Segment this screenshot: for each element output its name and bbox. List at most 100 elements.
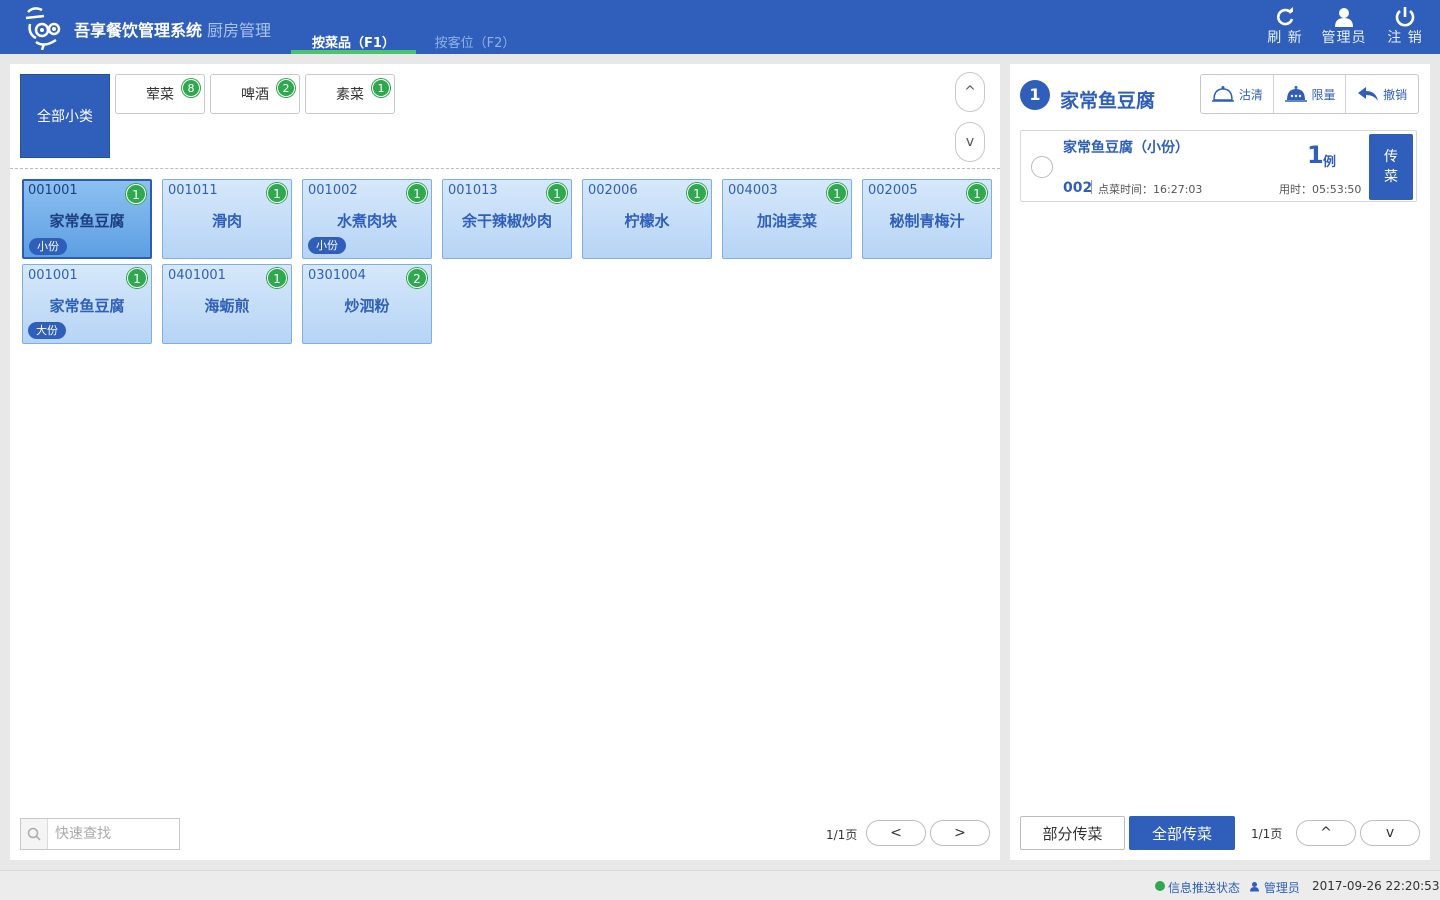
order-select-radio[interactable] [1031, 156, 1053, 178]
status-bar: 信息推送状态 管理员 2017-09-26 22:20:53 [0, 870, 1440, 900]
user-icon [1316, 6, 1372, 30]
dish-code: 001001 [28, 268, 78, 283]
dish-code: 004003 [728, 183, 778, 198]
order-item-card: 家常鱼豆腐（小份） 1 例 002 点菜时间：16:27:03 用时：05:53… [1020, 130, 1417, 202]
dish-name: 加油麦菜 [756, 212, 817, 230]
order-page-info: 1/1页 [1251, 827, 1283, 841]
dish-next-page-button[interactable]: > [930, 820, 990, 846]
status-datetime: 2017-09-26 22:20:53 [1312, 879, 1440, 893]
undo-icon [1358, 87, 1379, 101]
dish-card[interactable]: 001011 1 滑肉 [162, 179, 292, 259]
top-header: 吾享餐饮管理系统 厨房管理 按菜品（F1） 按客位（F2） 刷 新 管理员 注 … [0, 0, 1440, 54]
category-label: 素菜 [336, 87, 364, 103]
bell-icon [1211, 86, 1234, 102]
power-icon [1377, 6, 1433, 30]
push-status-indicator [1155, 881, 1165, 891]
order-separator [1091, 180, 1092, 194]
order-elapsed-time: 用时：05:53:50 [1279, 183, 1362, 196]
order-scroll-down-button[interactable]: v [1360, 820, 1420, 846]
category-all-button[interactable]: 全部小类 [20, 74, 110, 158]
undo-button[interactable]: 撤销 [1346, 75, 1418, 113]
dish-code: 0401001 [168, 268, 226, 283]
admin-button[interactable]: 管理员 [1316, 6, 1372, 50]
status-user: 管理员 [1249, 879, 1300, 896]
order-dish-name: 家常鱼豆腐（小份） [1063, 140, 1189, 156]
order-time: 点菜时间：16:27:03 [1098, 183, 1203, 196]
category-meat[interactable]: 荤菜 8 [115, 74, 205, 114]
dish-prev-page-button[interactable]: < [866, 820, 926, 846]
dish-size-tag: 大份 [28, 322, 66, 339]
quick-search-box [20, 818, 180, 850]
serve-dish-button[interactable]: 传菜 [1369, 134, 1413, 200]
dish-count-badge: 1 [127, 268, 147, 288]
category-label: 荤菜 [146, 87, 174, 103]
refresh-icon [1257, 6, 1313, 30]
dish-code: 001001 [28, 183, 78, 198]
tab-by-seat[interactable]: 按客位（F2） [425, 32, 525, 54]
dish-card[interactable]: 001001 1 家常鱼豆腐 大份 [22, 264, 152, 344]
category-beer[interactable]: 啤酒 2 [210, 74, 300, 114]
serve-all-button[interactable]: 全部传菜 [1129, 816, 1235, 850]
dish-count-badge: 1 [967, 183, 987, 203]
dish-card[interactable]: 001001 1 家常鱼豆腐 小份 [22, 179, 152, 259]
order-detail-panel: 1 家常鱼豆腐 沽清 限量 撤销 家常鱼豆腐（小份） 1 例 002 点菜时间：… [1010, 64, 1430, 860]
refresh-label: 刷 新 [1267, 30, 1303, 46]
dish-name: 海蛎煎 [204, 297, 250, 315]
category-label: 啤酒 [241, 87, 269, 103]
dish-panel: 全部小类 荤菜 8 啤酒 2 素菜 1 ^ v 001001 1 家常鱼豆腐 小… [10, 64, 1000, 860]
refresh-button[interactable]: 刷 新 [1257, 6, 1313, 50]
dish-name: 余干辣椒炒肉 [461, 212, 552, 230]
order-scroll-up-button[interactable]: ^ [1296, 820, 1356, 846]
undo-label: 撤销 [1383, 87, 1408, 102]
category-count-badge: 8 [182, 79, 200, 97]
dish-code: 001002 [308, 183, 358, 198]
logout-label: 注 销 [1387, 30, 1423, 46]
dish-count-badge: 1 [547, 183, 567, 203]
order-quantity: 1 [1307, 141, 1324, 169]
category-scroll-up-button[interactable]: ^ [955, 72, 985, 112]
user-icon [1250, 882, 1259, 892]
category-scroll-down-button[interactable]: v [955, 122, 985, 162]
admin-label: 管理员 [1321, 30, 1367, 46]
dish-name: 炒泗粉 [344, 297, 390, 315]
dish-name: 家常鱼豆腐 [49, 297, 125, 315]
detail-action-group: 沽清 限量 撤销 [1200, 74, 1419, 114]
dish-name: 秘制青梅汁 [889, 212, 965, 230]
dish-card[interactable]: 0301004 2 炒泗粉 [302, 264, 432, 344]
push-status-text: 信息推送状态 [1168, 881, 1241, 895]
dish-card[interactable]: 004003 1 加油麦菜 [722, 179, 852, 259]
search-icon [21, 819, 48, 849]
dish-size-tag: 小份 [308, 237, 346, 254]
dish-count-badge: 1 [267, 183, 287, 203]
category-vegetable[interactable]: 素菜 1 [305, 74, 395, 114]
dish-count-badge: 1 [827, 183, 847, 203]
dish-code: 002005 [868, 183, 918, 198]
dish-size-tag: 小份 [29, 238, 67, 255]
logout-button[interactable]: 注 销 [1377, 6, 1433, 50]
limit-button[interactable]: 限量 [1274, 75, 1347, 113]
dish-card[interactable]: 002006 1 柠檬水 [582, 179, 712, 259]
category-divider [10, 168, 1000, 169]
quick-search-input[interactable] [49, 819, 177, 849]
dish-name: 柠檬水 [624, 212, 670, 230]
dish-card[interactable]: 001002 1 水煮肉块 小份 [302, 179, 432, 259]
dish-name: 滑肉 [211, 212, 242, 230]
dish-name: 家常鱼豆腐 [49, 212, 125, 230]
dish-page-info: 1/1页 [826, 828, 858, 842]
dome-icon [1284, 86, 1307, 102]
dish-card[interactable]: 001013 1 余干辣椒炒肉 [442, 179, 572, 259]
status-user-label: 管理员 [1263, 881, 1300, 895]
tab-by-dish[interactable]: 按菜品（F1） [291, 32, 416, 54]
dish-count-badge: 1 [687, 183, 707, 203]
order-table-number: 002 [1063, 180, 1093, 196]
limit-label: 限量 [1311, 87, 1336, 102]
app-subtitle: 厨房管理 [207, 21, 272, 40]
dish-card[interactable]: 002005 1 秘制青梅汁 [862, 179, 992, 259]
category-count-badge: 2 [277, 79, 295, 97]
dish-code: 001013 [448, 183, 498, 198]
dish-code: 002006 [588, 183, 638, 198]
dish-card[interactable]: 0401001 1 海蛎煎 [162, 264, 292, 344]
category-count-badge: 1 [372, 79, 390, 97]
sold-out-button[interactable]: 沽清 [1201, 75, 1274, 113]
partial-serve-button[interactable]: 部分传菜 [1020, 816, 1125, 850]
